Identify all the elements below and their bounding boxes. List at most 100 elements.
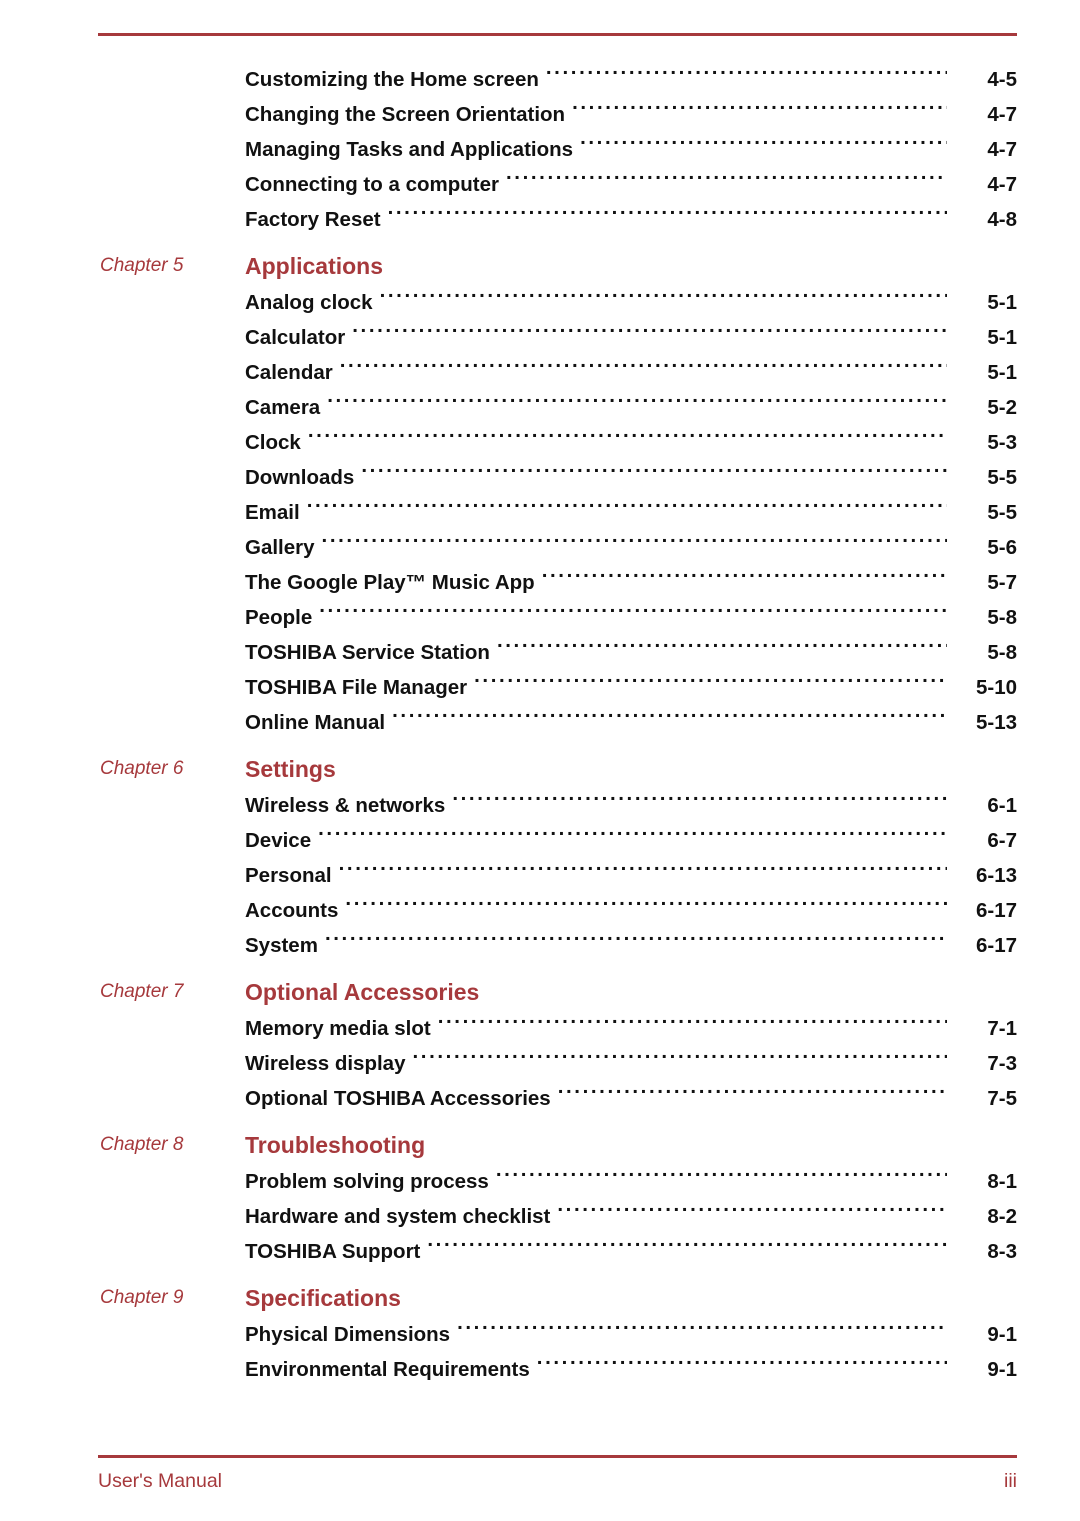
toc-entry[interactable]: Gallery 5-6 xyxy=(245,530,1017,565)
toc-entry[interactable]: Connecting to a computer 4-7 xyxy=(245,167,1017,202)
toc-entry[interactable]: Problem solving process 8-1 xyxy=(245,1164,1017,1199)
toc-entry-page: 5-1 xyxy=(987,361,1017,384)
header-rule xyxy=(98,33,1017,36)
toc-entry-page: 4-7 xyxy=(987,138,1017,161)
toc-entry-title: Clock xyxy=(245,431,301,454)
toc-entry-title: TOSHIBA Service Station xyxy=(245,641,490,664)
toc-entry-page: 6-13 xyxy=(975,864,1017,887)
toc-leader-dots xyxy=(542,569,947,590)
toc-leader-dots xyxy=(339,862,947,883)
toc-entry[interactable]: Physical Dimensions 9-1 xyxy=(245,1317,1017,1352)
toc-entry[interactable]: Customizing the Home screen 4-5 xyxy=(245,62,1017,97)
chapter-spacer xyxy=(0,1269,1080,1281)
toc-leader-dots xyxy=(572,101,947,122)
toc-leader-dots xyxy=(537,1356,947,1377)
toc-entry[interactable]: Online Manual 5-13 xyxy=(245,705,1017,740)
toc-entry[interactable]: Email 5-5 xyxy=(245,495,1017,530)
chapter-label: Chapter 9 xyxy=(100,1287,184,1308)
toc-entry[interactable]: Changing the Screen Orientation 4-7 xyxy=(245,97,1017,132)
toc-entry[interactable]: Wireless & networks 6-1 xyxy=(245,788,1017,823)
toc-entry-title: Calculator xyxy=(245,326,346,349)
toc-entry-title: The Google Play™ Music App xyxy=(245,571,535,594)
toc-entry-page: 7-5 xyxy=(987,1087,1017,1110)
toc-entry-title: TOSHIBA File Manager xyxy=(245,676,468,699)
toc-leader-dots xyxy=(438,1015,947,1036)
toc-leader-dots xyxy=(412,1050,947,1071)
toc-entry-title: Wireless display xyxy=(245,1052,406,1075)
toc-entry-page: 5-3 xyxy=(987,431,1017,454)
toc-entry[interactable]: Accounts 6-17 xyxy=(245,893,1017,928)
toc-entry-title: Hardware and system checklist xyxy=(245,1205,551,1228)
table-of-contents: Customizing the Home screen 4-5 Changing t… xyxy=(0,62,1080,1387)
toc-leader-dots xyxy=(308,429,947,450)
toc-leader-dots xyxy=(322,534,947,555)
chapter-title: Specifications xyxy=(245,1285,401,1311)
toc-entry[interactable]: Personal 6-13 xyxy=(245,858,1017,893)
toc-entry[interactable]: Managing Tasks and Applications 4-7 xyxy=(245,132,1017,167)
toc-entry-page: 5-1 xyxy=(987,291,1017,314)
toc-entry-page: 5-1 xyxy=(987,326,1017,349)
chapter-spacer xyxy=(0,740,1080,752)
footer-rule xyxy=(98,1455,1017,1458)
toc-entry[interactable]: Factory Reset 4-8 xyxy=(245,202,1017,237)
toc-entry-page: 5-6 xyxy=(987,536,1017,559)
toc-entry[interactable]: Hardware and system checklist 8-2 xyxy=(245,1199,1017,1234)
toc-entry-title: People xyxy=(245,606,313,629)
toc-entry-page: 4-8 xyxy=(987,208,1017,231)
toc-entry[interactable]: Downloads 5-5 xyxy=(245,460,1017,495)
toc-entry[interactable]: Analog clock 5-1 xyxy=(245,285,1017,320)
toc-entry[interactable]: Calculator 5-1 xyxy=(245,320,1017,355)
chapter-title: Applications xyxy=(245,253,384,279)
toc-entry[interactable]: Environmental Requirements 9-1 xyxy=(245,1352,1017,1387)
toc-entry-page: 5-13 xyxy=(975,711,1017,734)
chapter-title: Optional Accessories xyxy=(245,979,480,1005)
toc-entry[interactable]: The Google Play™ Music App 5-7 xyxy=(245,565,1017,600)
toc-entry-page: 9-1 xyxy=(987,1323,1017,1346)
toc-entry-page: 8-3 xyxy=(987,1240,1017,1263)
toc-entry-title: Accounts xyxy=(245,899,339,922)
chapter-label: Chapter 6 xyxy=(100,758,184,779)
chapter-label: Chapter 8 xyxy=(100,1134,184,1155)
toc-entry-title: Analog clock xyxy=(245,291,373,314)
chapter-heading-row[interactable]: Chapter 6 Settings xyxy=(0,752,1080,788)
chapter-heading-row[interactable]: Chapter 8 Troubleshooting xyxy=(0,1128,1080,1164)
toc-entry[interactable]: Wireless display 7-3 xyxy=(245,1046,1017,1081)
toc-leader-dots xyxy=(388,206,947,227)
chapter-heading-row[interactable]: Chapter 9 Specifications xyxy=(0,1281,1080,1317)
toc-entry-page: 6-1 xyxy=(987,794,1017,817)
toc-entry-title: Downloads xyxy=(245,466,355,489)
toc-entry[interactable]: Clock 5-3 xyxy=(245,425,1017,460)
toc-entry-page: 5-8 xyxy=(987,606,1017,629)
toc-entry-title: Physical Dimensions xyxy=(245,1323,451,1346)
toc-entry-title: Environmental Requirements xyxy=(245,1358,530,1381)
toc-entry-title: Wireless & networks xyxy=(245,794,446,817)
toc-entry[interactable]: TOSHIBA File Manager 5-10 xyxy=(245,670,1017,705)
chapter-spacer xyxy=(0,1116,1080,1128)
toc-entry-title: Changing the Screen Orientation xyxy=(245,103,566,126)
toc-entry-page: 9-1 xyxy=(987,1358,1017,1381)
toc-entry[interactable]: System 6-17 xyxy=(245,928,1017,963)
toc-leader-dots xyxy=(557,1203,947,1224)
toc-leader-dots xyxy=(506,171,947,192)
toc-leader-dots xyxy=(558,1085,947,1106)
toc-page: Customizing the Home screen 4-5 Changing t… xyxy=(0,0,1080,1521)
toc-leader-dots xyxy=(380,289,947,310)
toc-entry[interactable]: Calendar 5-1 xyxy=(245,355,1017,390)
toc-entry[interactable]: Camera 5-2 xyxy=(245,390,1017,425)
toc-group-continued: Customizing the Home screen 4-5 Changing t… xyxy=(0,62,1080,237)
toc-entry-title: Device xyxy=(245,829,312,852)
toc-entry[interactable]: People 5-8 xyxy=(245,600,1017,635)
toc-leader-dots xyxy=(497,639,947,660)
toc-leader-dots xyxy=(307,499,947,520)
toc-entry[interactable]: Optional TOSHIBA Accessories 7-5 xyxy=(245,1081,1017,1116)
toc-entry-page: 5-5 xyxy=(987,466,1017,489)
chapter-heading-row[interactable]: Chapter 5 Applications xyxy=(0,249,1080,285)
chapter-heading-row[interactable]: Chapter 7 Optional Accessories xyxy=(0,975,1080,1011)
toc-leader-dots xyxy=(327,394,947,415)
toc-entry[interactable]: TOSHIBA Service Station 5-8 xyxy=(245,635,1017,670)
toc-entry-title: Problem solving process xyxy=(245,1170,489,1193)
toc-entry[interactable]: TOSHIBA Support 8-3 xyxy=(245,1234,1017,1269)
chapter-spacer xyxy=(0,237,1080,249)
toc-entry[interactable]: Device 6-7 xyxy=(245,823,1017,858)
toc-entry[interactable]: Memory media slot 7-1 xyxy=(245,1011,1017,1046)
